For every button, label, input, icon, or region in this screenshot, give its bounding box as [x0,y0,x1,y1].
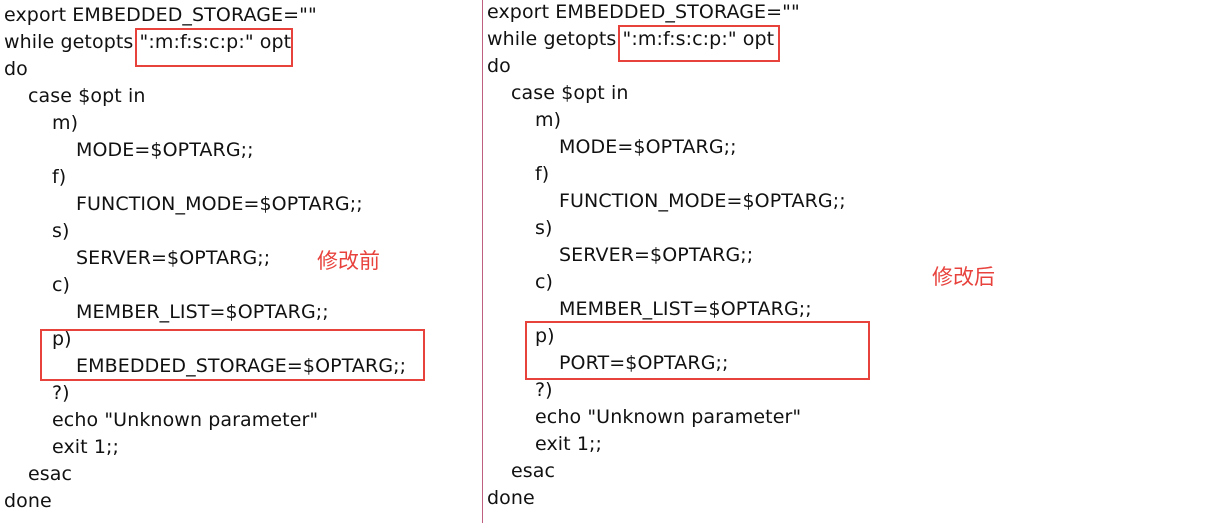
code-line: f) [52,166,67,188]
code-line: exit 1;; [535,433,603,455]
p-option-highlight-box [40,329,425,381]
code-line: exit 1;; [52,436,120,458]
code-line: s) [52,220,70,242]
code-line: MODE=$OPTARG;; [76,139,254,161]
code-line: esac [511,460,556,482]
p-option-highlight-box [525,321,870,380]
code-line: MODE=$OPTARG;; [559,136,737,158]
code-line: ?) [52,382,70,404]
code-line: echo "Unknown parameter" [535,406,802,428]
code-line: esac [28,463,73,485]
code-line: m) [535,109,562,131]
getopts-highlight-box [618,25,780,62]
after-label: 修改后 [932,265,995,289]
code-line: SERVER=$OPTARG;; [76,247,271,269]
code-line: case $opt in [511,82,629,104]
code-line: echo "Unknown parameter" [52,409,319,431]
code-line: MEMBER_LIST=$OPTARG;; [76,301,329,323]
getopts-highlight-box [135,28,293,67]
code-line: export EMBEDDED_STORAGE="" [4,4,317,26]
code-line: MEMBER_LIST=$OPTARG;; [559,298,812,320]
code-line: done [4,490,52,512]
code-line: do [487,55,511,77]
code-line: c) [52,274,71,296]
code-line: FUNCTION_MODE=$OPTARG;; [559,190,846,212]
code-line: case $opt in [28,85,146,107]
code-line: f) [535,163,550,185]
code-line: done [487,487,535,509]
code-line: do [4,58,28,80]
code-line: FUNCTION_MODE=$OPTARG;; [76,193,363,215]
left-code-panel: export EMBEDDED_STORAGE="" while getopts… [0,0,482,523]
code-line: ?) [535,379,553,401]
code-line: m) [52,112,79,134]
right-code-panel: export EMBEDDED_STORAGE="" while getopts… [483,0,1228,523]
code-line: SERVER=$OPTARG;; [559,244,754,266]
code-line: export EMBEDDED_STORAGE="" [487,1,800,23]
code-line: s) [535,217,553,239]
before-label: 修改前 [317,249,380,273]
code-line: c) [535,271,554,293]
